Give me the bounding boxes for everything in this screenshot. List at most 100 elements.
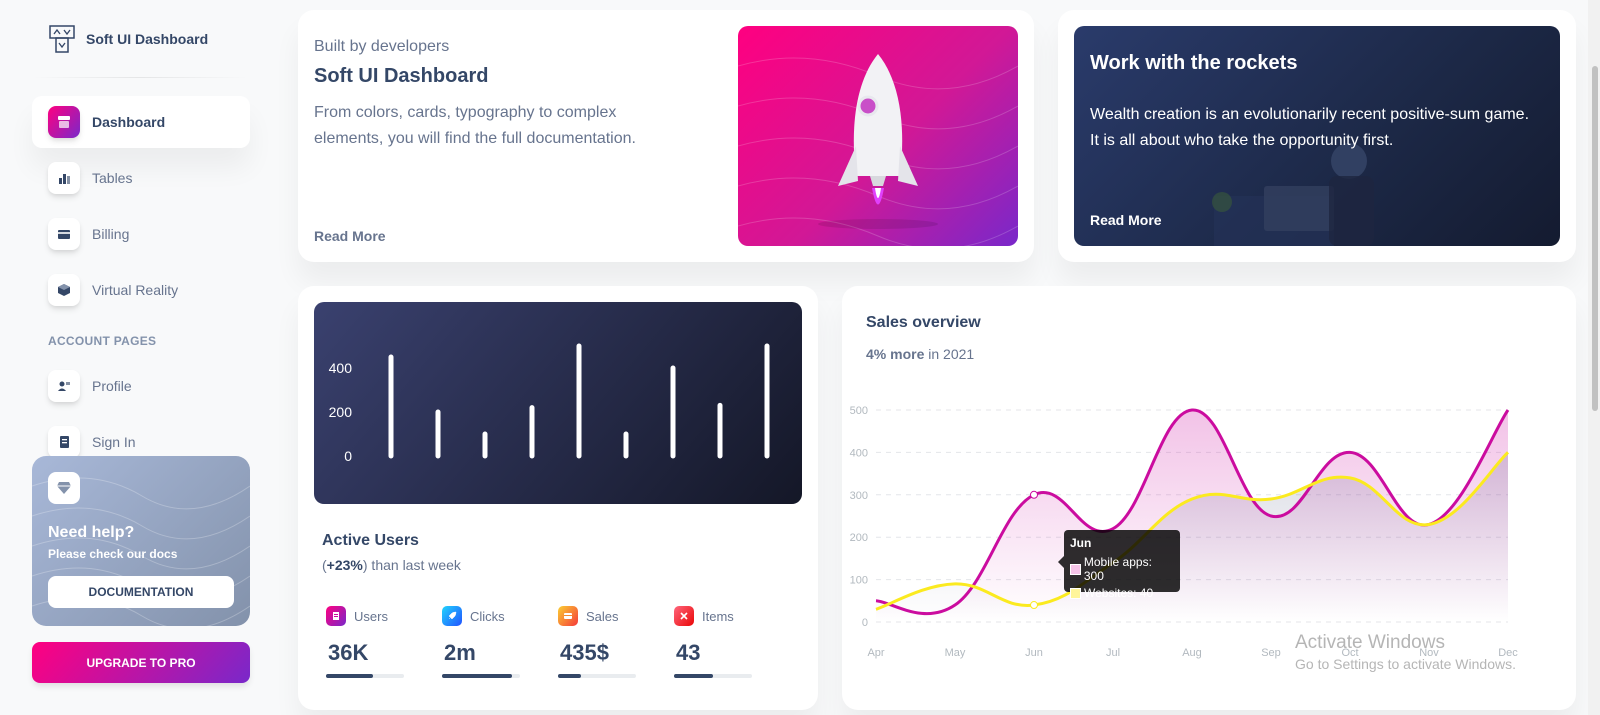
document-icon (326, 606, 346, 626)
documentation-button[interactable]: DOCUMENTATION (48, 576, 234, 608)
stat-progress (442, 674, 520, 678)
stat-progress (326, 674, 404, 678)
stat-label: Users (354, 608, 388, 624)
intro-subtitle: Built by developers (314, 38, 450, 55)
x-tick-label: Sep (1261, 647, 1281, 659)
diamond-icon (48, 472, 80, 504)
stat-label: Clicks (470, 608, 505, 624)
y-tick-label: 500 (850, 405, 868, 417)
brand-name: Soft UI Dashboard (86, 31, 209, 47)
active-users-chart: 0 200 400 (314, 302, 802, 504)
active-users-card: 0 200 400 Active Users (+23%) than last we… (298, 286, 818, 710)
help-card: Need help? Please check our docs DOCUMEN… (32, 456, 250, 626)
sidebar-item-profile[interactable]: Profile (32, 360, 250, 412)
stat-label: Sales (586, 608, 619, 624)
subtitle-rest: ) than last week (362, 557, 461, 573)
intro-title: Soft UI Dashboard (314, 65, 489, 87)
hover-point (1030, 490, 1038, 499)
sidebar: Soft UI Dashboard Dashboard Tables Billi… (0, 0, 260, 715)
y-tick-label: 100 (850, 575, 868, 587)
percentage-change: +23% (326, 557, 363, 573)
help-subtitle: Please check our docs (48, 547, 178, 561)
brand-divider (32, 77, 248, 78)
sidebar-item-tables[interactable]: Tables (32, 152, 250, 204)
rockets-text: Wealth creation is an evolutionarily rec… (1090, 106, 1530, 149)
sidebar-item-label: Profile (92, 378, 132, 394)
user-icon (48, 370, 80, 402)
logo-icon (49, 25, 75, 53)
bar-chart-tick-label: 200 (329, 404, 353, 420)
stat-value: 36K (328, 640, 369, 665)
upgrade-to-pro-button[interactable]: UPGRADE TO PRO (32, 642, 250, 683)
stat-value: 435$ (560, 640, 609, 665)
active-users-title: Active Users (322, 532, 419, 549)
scroll-thumb[interactable] (1592, 66, 1598, 411)
stat-sales: Sales 435$ (558, 606, 638, 678)
rocket-illustration (738, 26, 1018, 246)
sales-overview-card: Sales overview 4% more in 2021 0 100 200 30… (842, 286, 1576, 710)
read-more-link[interactable]: Read More (314, 228, 386, 244)
sidebar-item-virtual-reality[interactable]: Virtual Reality (32, 264, 250, 316)
tooltip-title: Jun (1070, 536, 1092, 550)
help-title: Need help? (48, 524, 135, 541)
legend-swatch-websites (1070, 587, 1081, 599)
x-tick-label: Apr (867, 647, 884, 659)
chart-tooltip: Jun Mobile apps: 300 Websites: 40 (1058, 530, 1180, 600)
tooltip-websites: Websites: 40 (1084, 586, 1154, 600)
chart-bar-icon (48, 162, 80, 194)
credit-card-icon (48, 218, 80, 250)
section-label-account-pages: ACCOUNT PAGES (48, 334, 157, 348)
x-tick-label: Jul (1106, 647, 1120, 659)
rockets-banner: Work with the rockets Wealth creation is… (1074, 26, 1560, 246)
brand[interactable]: Soft UI Dashboard (48, 24, 208, 54)
sidebar-item-dashboard[interactable]: Dashboard (32, 96, 250, 148)
shop-icon (48, 106, 80, 138)
sidebar-item-billing[interactable]: Billing (32, 208, 250, 260)
read-more-link[interactable]: Read More (1090, 212, 1162, 228)
bar-chart-tick-label: 0 (344, 448, 352, 464)
document-icon (48, 426, 80, 458)
stat-progress-fill (674, 674, 713, 678)
rocket-icon (738, 54, 1018, 246)
stat-clicks: Clicks 2m (442, 606, 522, 678)
active-users-subtitle: (+23%) than last week (322, 557, 461, 573)
hover-point (1030, 601, 1038, 610)
y-tick-label: 200 (850, 532, 868, 544)
bar-chart: 0 200 400 (329, 343, 770, 464)
sidebar-item-label: Tables (92, 170, 133, 186)
x-tick-label: Aug (1182, 647, 1202, 659)
y-tick-label: 0 (862, 617, 868, 629)
cart-icon (558, 606, 578, 626)
sidebar-item-label: Sign In (92, 434, 136, 450)
box-3d-icon (48, 274, 80, 306)
tools-icon (674, 606, 694, 626)
rocket-icon (442, 606, 462, 626)
activate-windows-title: Activate Windows (1295, 632, 1445, 653)
sidebar-item-label: Billing (92, 226, 130, 242)
stat-value: 2m (444, 640, 476, 665)
stat-progress-fill (558, 674, 582, 678)
stat-progress-fill (442, 674, 513, 678)
stat-progress (674, 674, 752, 678)
intro-text: From colors, cards, typography to comple… (314, 104, 636, 147)
page-scrollbar[interactable] (1588, 0, 1600, 715)
x-tick-label: Jun (1025, 647, 1043, 659)
rockets-title: Work with the rockets (1090, 52, 1298, 74)
rockets-card: Work with the rockets Wealth creation is… (1058, 10, 1576, 262)
y-tick-label: 400 (850, 447, 868, 459)
bar-chart-tick-label: 400 (329, 360, 353, 376)
sidebar-item-label: Dashboard (92, 114, 166, 130)
stat-progress (558, 674, 636, 678)
tooltip-mobile-apps: Mobile apps: 300 (1083, 555, 1152, 583)
stat-progress-fill (326, 674, 373, 678)
stat-users: Users 36K (326, 606, 406, 678)
legend-swatch-mobile (1070, 563, 1081, 575)
stat-value: 43 (676, 640, 701, 665)
line-chart: 0100200300400500Apr May Jun Jul Aug Sep Oct Nov… (850, 405, 1519, 659)
activate-windows-subtitle: Go to Settings to activate Windows. (1295, 656, 1516, 672)
y-tick-label: 300 (850, 490, 868, 502)
stat-label: Items (702, 608, 734, 624)
intro-card: Built by developers Soft UI Dashboard Fr… (298, 10, 1034, 262)
sidebar-item-label: Virtual Reality (92, 282, 179, 298)
x-tick-label: May (945, 647, 966, 659)
